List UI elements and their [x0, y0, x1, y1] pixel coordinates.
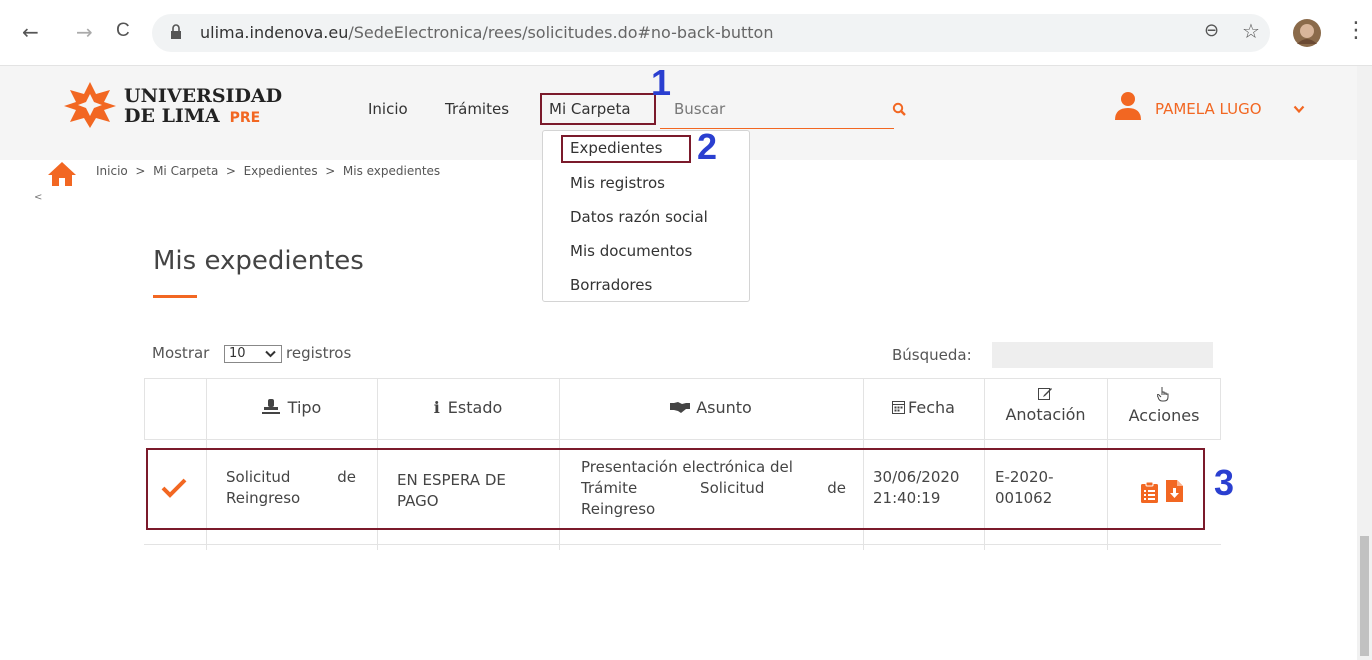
- pointer-hand-icon: [1156, 387, 1169, 402]
- scrollbar-thumb[interactable]: [1360, 536, 1369, 656]
- url-path: /SedeElectronica/rees/solicitudes.do#no-…: [348, 23, 774, 42]
- university-logo-text[interactable]: UNIVERSIDAD DE LIMA PRE: [124, 86, 282, 128]
- zoom-icon[interactable]: ⊖: [1204, 20, 1219, 41]
- annotation-number-1: 1: [651, 62, 672, 103]
- table-search-input[interactable]: [992, 342, 1213, 368]
- url-text: ulima.indenova.eu/SedeElectronica/rees/s…: [200, 23, 773, 42]
- logo-line-1: UNIVERSIDAD: [124, 85, 283, 107]
- header-anotacion-label: Anotación: [1005, 405, 1086, 424]
- page-title: Mis expedientes: [153, 246, 364, 276]
- page-length-select[interactable]: 10: [224, 345, 282, 363]
- annotation-number-2: 2: [697, 126, 718, 167]
- table-search-label: Búsqueda:: [892, 346, 972, 364]
- search-icon[interactable]: [892, 102, 906, 116]
- header-estado[interactable]: i Estado: [377, 398, 559, 417]
- nav-tramites[interactable]: Trámites: [445, 100, 509, 118]
- search-underline: [660, 128, 894, 129]
- home-icon[interactable]: [46, 160, 78, 188]
- annotation-box-3: [146, 448, 1205, 530]
- handshake-icon: [670, 402, 691, 413]
- annotation-number-3: 3: [1214, 462, 1235, 503]
- table-bottom-border: [144, 544, 1221, 545]
- user-name[interactable]: PAMELA LUGO: [1155, 100, 1262, 118]
- university-logo-icon[interactable]: [62, 80, 118, 130]
- bookmark-star-icon[interactable]: ☆: [1242, 19, 1260, 43]
- header-fecha-label: Fecha: [908, 398, 955, 417]
- browser-toolbar: ← → C ulima.indenova.eu/SedeElectronica/…: [0, 0, 1372, 66]
- header-search-input[interactable]: Buscar: [674, 100, 725, 118]
- annotation-box-2: [561, 135, 691, 163]
- header-estado-label: Estado: [447, 398, 503, 417]
- user-icon[interactable]: [1113, 90, 1143, 120]
- header-asunto-label: Asunto: [696, 398, 752, 417]
- header-anotacion[interactable]: Anotación: [984, 386, 1107, 424]
- header-tipo-label: Tipo: [287, 398, 322, 417]
- header-asunto[interactable]: Asunto: [559, 398, 863, 417]
- reload-button[interactable]: C: [116, 20, 130, 42]
- header-fecha[interactable]: Fecha: [863, 398, 984, 417]
- dropdown-item-borradores[interactable]: Borradores: [570, 276, 652, 294]
- edit-icon: [1038, 388, 1052, 400]
- lock-icon: [171, 24, 181, 39]
- annotation-box-1: [540, 93, 656, 125]
- header-acciones-label: Acciones: [1128, 406, 1200, 425]
- calendar-icon: [892, 401, 906, 414]
- show-label: Mostrar: [152, 344, 210, 362]
- header-tipo[interactable]: Tipo: [206, 398, 377, 417]
- page-scrollbar[interactable]: [1357, 66, 1372, 660]
- dropdown-item-mis-registros[interactable]: Mis registros: [570, 174, 665, 192]
- browser-menu-icon[interactable]: ⋮: [1345, 18, 1367, 43]
- records-label: registros: [286, 344, 352, 362]
- page-length-value: 10: [229, 346, 246, 361]
- forward-button[interactable]: →: [76, 20, 93, 44]
- address-bar[interactable]: ulima.indenova.eu/SedeElectronica/rees/s…: [152, 14, 1270, 52]
- select-chevron-icon: [265, 350, 276, 358]
- header-acciones[interactable]: Acciones: [1107, 386, 1221, 425]
- chevron-down-icon[interactable]: [1293, 105, 1305, 114]
- back-button[interactable]: ←: [22, 20, 39, 44]
- dropdown-item-datos-razon-social[interactable]: Datos razón social: [570, 208, 708, 226]
- collapse-arrow-icon[interactable]: <: [34, 192, 42, 203]
- nav-inicio[interactable]: Inicio: [368, 100, 408, 118]
- profile-avatar[interactable]: [1292, 18, 1322, 48]
- title-underline: [153, 295, 197, 298]
- logo-line-2: DE LIMA: [124, 105, 220, 127]
- dropdown-item-mis-documentos[interactable]: Mis documentos: [570, 242, 692, 260]
- stamp-icon: [261, 399, 280, 414]
- url-domain: ulima.indenova.eu: [200, 23, 349, 42]
- info-icon: i: [433, 398, 440, 417]
- logo-badge: PRE: [229, 110, 261, 126]
- breadcrumb[interactable]: Inicio > Mi Carpeta > Expedientes > Mis …: [96, 164, 440, 178]
